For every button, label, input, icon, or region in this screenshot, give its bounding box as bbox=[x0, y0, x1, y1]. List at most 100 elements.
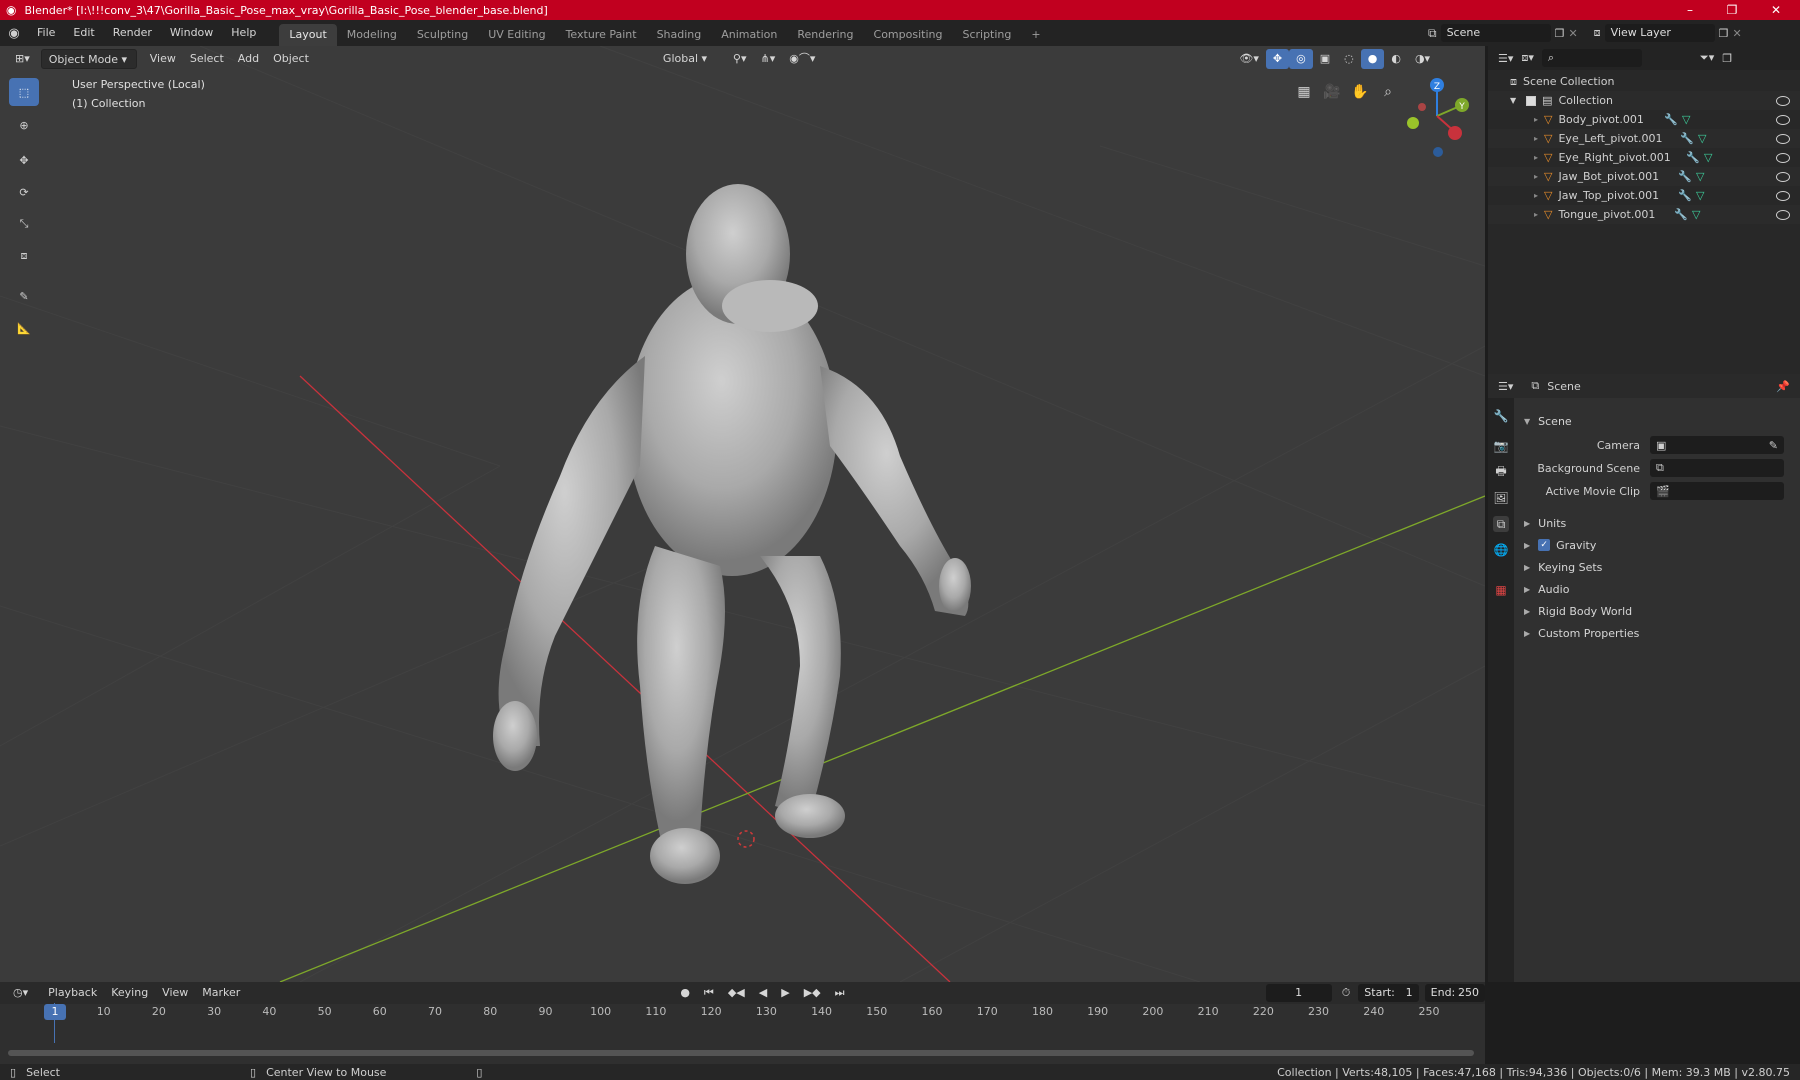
new-viewlayer-icon[interactable]: ❐ bbox=[1719, 27, 1729, 40]
tab-texture-paint[interactable]: Texture Paint bbox=[556, 24, 647, 46]
collection-checkbox[interactable] bbox=[1526, 95, 1537, 106]
viewlayer-field[interactable]: View Layer bbox=[1604, 24, 1715, 42]
expand-icon[interactable]: ▸ bbox=[1534, 134, 1538, 143]
tool-tab-icon[interactable]: 🔧 bbox=[1493, 408, 1509, 424]
blender-menu-icon[interactable]: ◉ bbox=[0, 26, 28, 41]
expand-icon[interactable]: ▸ bbox=[1534, 153, 1538, 162]
proportional-edit-icon[interactable]: ◉⌒▾ bbox=[782, 49, 822, 69]
scene-panel-header[interactable]: ▼ Scene bbox=[1514, 410, 1800, 432]
filter-icon[interactable]: ⏷▾ bbox=[1700, 51, 1714, 65]
new-scene-icon[interactable]: ❐ bbox=[1555, 27, 1565, 40]
tab-rendering[interactable]: Rendering bbox=[787, 24, 863, 46]
visibility-eye-icon[interactable] bbox=[1776, 152, 1790, 163]
record-button[interactable]: ● bbox=[673, 983, 697, 1003]
world-tab-icon[interactable]: 🌐 bbox=[1493, 542, 1509, 558]
tab-modeling[interactable]: Modeling bbox=[337, 24, 407, 46]
visibility-icon[interactable]: 👁▾ bbox=[1232, 49, 1266, 69]
expand-icon[interactable]: ▸ bbox=[1534, 191, 1538, 200]
tab-animation[interactable]: Animation bbox=[711, 24, 787, 46]
outliner-item[interactable]: ▸ ▽ Jaw_Top_pivot.001 🔧 ▽ bbox=[1488, 186, 1800, 205]
camera-field[interactable]: ▣ ✎ bbox=[1650, 436, 1784, 454]
modifier-wrench-icon[interactable]: 🔧 bbox=[1664, 113, 1678, 126]
select-box-tool[interactable]: ⬚ bbox=[9, 78, 39, 106]
3d-cursor[interactable] bbox=[737, 830, 755, 848]
properties-editor-icon[interactable]: ☰▾ bbox=[1498, 380, 1513, 393]
tab-uv-editing[interactable]: UV Editing bbox=[478, 24, 555, 46]
menu-add[interactable]: Add bbox=[231, 49, 266, 69]
visibility-eye-icon[interactable] bbox=[1776, 190, 1790, 201]
stopwatch-icon[interactable]: ⏱ bbox=[1342, 986, 1351, 1000]
visibility-eye-icon[interactable] bbox=[1776, 209, 1790, 220]
mesh-data-icon[interactable]: ▽ bbox=[1698, 132, 1706, 145]
keying-sets-panel[interactable]: ▶ Keying Sets bbox=[1514, 556, 1800, 578]
play-reverse-icon[interactable]: ◀ bbox=[752, 983, 774, 1003]
move-tool[interactable]: ✥ bbox=[9, 146, 39, 174]
shading-material-icon[interactable]: ◐ bbox=[1384, 49, 1408, 69]
jump-start-icon[interactable]: ⏮ bbox=[697, 983, 721, 1003]
tab-compositing[interactable]: Compositing bbox=[864, 24, 953, 46]
measure-tool[interactable]: 📐 bbox=[9, 314, 39, 342]
play-icon[interactable]: ▶ bbox=[774, 983, 796, 1003]
menu-help[interactable]: Help bbox=[222, 20, 265, 46]
tab-sculpting[interactable]: Sculpting bbox=[407, 24, 478, 46]
scale-tool[interactable]: ⤡ bbox=[9, 210, 39, 238]
expand-icon[interactable]: ▸ bbox=[1534, 115, 1538, 124]
tab-shading[interactable]: Shading bbox=[647, 24, 712, 46]
end-frame-field[interactable]: End: 250 bbox=[1424, 984, 1485, 1002]
output-tab-icon[interactable]: 🖶 bbox=[1493, 464, 1509, 480]
navigation-gizmo[interactable]: Z Y bbox=[1395, 76, 1475, 166]
menu-keying[interactable]: Keying bbox=[104, 983, 155, 1003]
scene-field[interactable]: Scene bbox=[1440, 24, 1551, 42]
expand-icon[interactable]: ▸ bbox=[1534, 172, 1538, 181]
toggle-ortho-icon[interactable]: ▦ bbox=[1292, 80, 1316, 104]
menu-edit[interactable]: Edit bbox=[64, 20, 103, 46]
outliner-item[interactable]: ▸ ▽ Eye_Right_pivot.001 🔧 ▽ bbox=[1488, 148, 1800, 167]
scene-selector-icon[interactable]: ⧉ bbox=[1428, 26, 1437, 41]
add-workspace-button[interactable]: + bbox=[1021, 24, 1050, 46]
outliner-search[interactable]: ⌕ bbox=[1541, 49, 1642, 67]
rigid-body-world-panel[interactable]: ▶ Rigid Body World bbox=[1514, 600, 1800, 622]
mode-dropdown[interactable]: Object Mode ▾ bbox=[40, 49, 137, 69]
pin-icon[interactable]: 📌 bbox=[1776, 380, 1790, 393]
texture-tab-icon[interactable]: ▦ bbox=[1493, 582, 1509, 598]
timeline-area[interactable]: 10 20 30 40 50 60 70 80 90 100 110 120 130 140 150 160 1… bbox=[0, 1003, 1485, 1064]
collection-eye-icon[interactable] bbox=[1776, 95, 1790, 106]
tab-scripting[interactable]: Scripting bbox=[952, 24, 1021, 46]
maximize-button[interactable]: ❐ bbox=[1712, 0, 1752, 20]
mesh-data-icon[interactable]: ▽ bbox=[1692, 208, 1700, 221]
modifier-wrench-icon[interactable]: 🔧 bbox=[1678, 170, 1692, 183]
scene-tab-icon[interactable]: ⧉ bbox=[1493, 516, 1509, 532]
editor-type-icon[interactable]: ⊞▾ bbox=[8, 49, 37, 69]
expand-icon[interactable]: ▸ bbox=[1534, 210, 1538, 219]
visibility-eye-icon[interactable] bbox=[1776, 171, 1790, 182]
menu-playback[interactable]: Playback bbox=[41, 983, 104, 1003]
tab-layout[interactable]: Layout bbox=[279, 24, 337, 46]
pivot-icon[interactable]: ⚲▾ bbox=[726, 49, 754, 69]
timeline-editor-icon[interactable]: ◷▾ bbox=[6, 983, 35, 1003]
mesh-data-icon[interactable]: ▽ bbox=[1704, 151, 1712, 164]
gizmo-toggle-icon[interactable]: ✥ bbox=[1265, 49, 1290, 69]
menu-object[interactable]: Object bbox=[266, 49, 316, 69]
menu-file[interactable]: File bbox=[28, 20, 64, 46]
menu-view[interactable]: View bbox=[143, 49, 183, 69]
movie-clip-field[interactable]: 🎬 bbox=[1650, 482, 1784, 500]
pan-hand-icon[interactable]: ✋ bbox=[1348, 80, 1372, 104]
mesh-data-icon[interactable]: ▽ bbox=[1696, 189, 1704, 202]
audio-panel[interactable]: ▶ Audio bbox=[1514, 578, 1800, 600]
remove-viewlayer-icon[interactable]: ✕ bbox=[1733, 27, 1742, 40]
render-tab-icon[interactable]: 📷 bbox=[1493, 438, 1509, 454]
transform-orientation-dropdown[interactable]: Global ▾ bbox=[656, 49, 726, 69]
menu-select[interactable]: Select bbox=[183, 49, 231, 69]
new-collection-icon[interactable]: ❐ bbox=[1722, 52, 1732, 65]
background-scene-field[interactable]: ⧉ bbox=[1650, 459, 1784, 477]
menu-marker[interactable]: Marker bbox=[195, 983, 247, 1003]
camera-view-icon[interactable]: 🎥 bbox=[1320, 80, 1344, 104]
gravity-checkbox[interactable]: ✓ bbox=[1538, 539, 1551, 551]
shading-rendered-icon[interactable]: ◑▾ bbox=[1408, 49, 1437, 69]
snap-icon[interactable]: ⋔▾ bbox=[754, 49, 783, 69]
minimize-button[interactable]: – bbox=[1670, 0, 1710, 20]
expand-collection-icon[interactable]: ▼ bbox=[1510, 96, 1516, 105]
menu-render[interactable]: Render bbox=[104, 20, 161, 46]
modifier-wrench-icon[interactable]: 🔧 bbox=[1678, 189, 1692, 202]
outliner-item[interactable]: ▸ ▽ Eye_Left_pivot.001 🔧 ▽ bbox=[1488, 129, 1800, 148]
